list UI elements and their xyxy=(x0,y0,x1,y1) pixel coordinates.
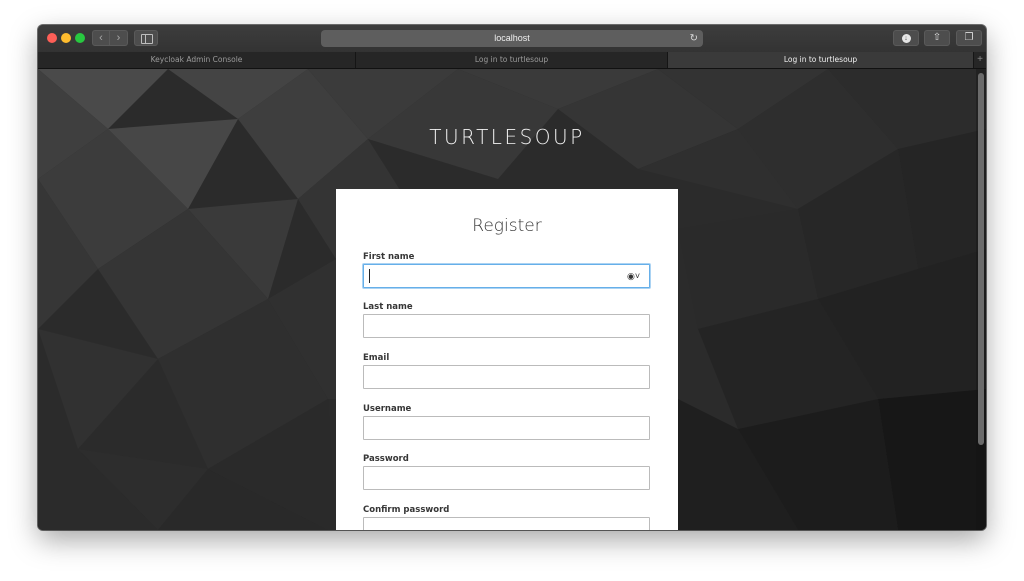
form-title: Register xyxy=(472,216,542,236)
page-scrollbar-track[interactable] xyxy=(976,69,986,530)
sidebar-toggle-button[interactable] xyxy=(134,30,158,46)
tab-overview-button[interactable]: ❐ xyxy=(956,30,982,46)
back-button[interactable]: ‹ xyxy=(92,30,110,46)
close-window-button[interactable] xyxy=(47,33,57,43)
share-icon: ⇧ xyxy=(932,32,942,43)
downloads-button[interactable]: ↓ xyxy=(893,30,919,46)
username-input[interactable] xyxy=(363,416,650,440)
email-label: Email xyxy=(363,353,390,363)
tab-log-in-turtlesoup[interactable]: Log in to turtlesoup xyxy=(356,52,668,68)
password-input[interactable] xyxy=(363,466,650,490)
tab-bar: Keycloak Admin Console Log in to turtles… xyxy=(38,52,986,69)
new-tab-button[interactable]: + xyxy=(974,52,986,68)
realm-brand-title: TURTLESOUP xyxy=(429,125,585,149)
chevron-right-icon: › xyxy=(116,32,121,44)
email-input[interactable] xyxy=(363,365,650,389)
tab-overview-icon: ❐ xyxy=(964,32,974,43)
text-caret xyxy=(369,269,370,283)
maximize-window-button[interactable] xyxy=(75,33,85,43)
username-label: Username xyxy=(363,404,412,414)
minimize-window-button[interactable] xyxy=(61,33,71,43)
download-icon: ↓ xyxy=(901,34,911,43)
url-text: localhost xyxy=(494,33,530,43)
first-name-input[interactable] xyxy=(363,264,650,288)
last-name-input[interactable] xyxy=(363,314,650,338)
browser-window: ‹ › localhost ↻ ↓ ⇧ ❐ Keycloak Admin Con… xyxy=(38,25,986,530)
contact-autofill-icon[interactable]: ◉˅ xyxy=(627,270,643,282)
reload-icon[interactable]: ↻ xyxy=(690,30,698,47)
title-bar: ‹ › localhost ↻ ↓ ⇧ ❐ xyxy=(38,25,986,53)
chevron-left-icon: ‹ xyxy=(99,32,103,44)
tab-keycloak-admin-console[interactable]: Keycloak Admin Console xyxy=(38,52,356,68)
password-label: Password xyxy=(363,454,409,464)
tab-log-in-turtlesoup-active[interactable]: Log in to turtlesoup xyxy=(668,52,974,68)
register-card: Register First name ◉˅ Last name Email U… xyxy=(336,189,678,530)
last-name-label: Last name xyxy=(363,302,413,312)
sidebar-icon xyxy=(141,34,153,44)
confirm-password-label: Confirm password xyxy=(363,505,450,515)
confirm-password-input[interactable] xyxy=(363,517,650,530)
address-bar[interactable]: localhost ↻ xyxy=(321,30,703,47)
forward-button[interactable]: › xyxy=(110,30,128,46)
first-name-label: First name xyxy=(363,252,415,262)
page-content: TURTLESOUP Register First name ◉˅ Last n… xyxy=(38,69,986,530)
page-scrollbar-thumb[interactable] xyxy=(978,73,984,445)
share-button[interactable]: ⇧ xyxy=(924,30,950,46)
